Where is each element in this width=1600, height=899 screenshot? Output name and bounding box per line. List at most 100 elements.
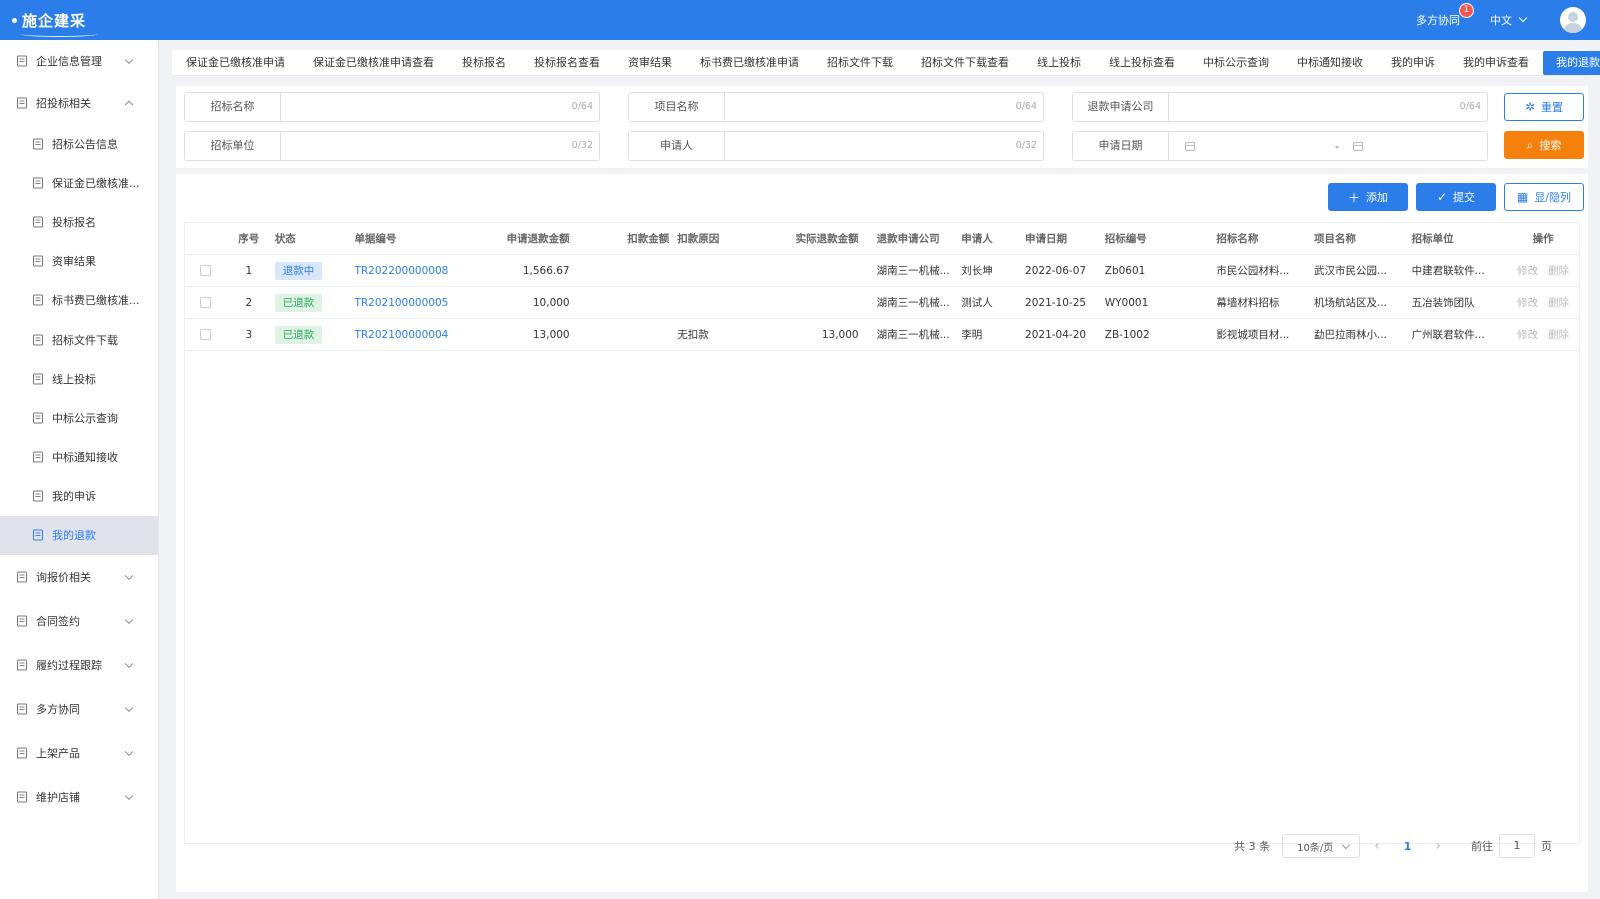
applicant-input[interactable]: 0/32 xyxy=(725,132,1043,160)
edit-button[interactable]: 修改 xyxy=(1517,265,1538,277)
project-name: 勐巴拉雨林小... xyxy=(1314,329,1388,341)
document-number-link[interactable]: TR202100000005 xyxy=(354,297,448,309)
sidebar-item[interactable]: 我的退款 xyxy=(0,515,158,556)
reset-button[interactable]: ✲ 重置 xyxy=(1504,93,1584,121)
row-checkbox[interactable] xyxy=(200,265,212,276)
toggle-columns-button[interactable]: ▦ 显/隐列 xyxy=(1504,183,1584,211)
calendar-icon[interactable] xyxy=(1185,141,1195,151)
sidebar-group[interactable]: 询报价相关 xyxy=(0,555,158,599)
tab-item[interactable]: 中标公示查询 xyxy=(1189,50,1283,76)
tab-item[interactable]: 我的申诉 xyxy=(1377,50,1449,76)
column-header: 招标单位 xyxy=(1411,233,1454,245)
checkbox-cell xyxy=(185,265,227,276)
checkbox-cell xyxy=(185,297,227,308)
goto-page-input[interactable]: 1 xyxy=(1499,834,1535,858)
refund-company-input[interactable]: 0/64 xyxy=(1169,93,1487,121)
sidebar-item[interactable]: 线上投标 xyxy=(0,359,158,398)
page-size-select[interactable]: 10条/页 xyxy=(1282,834,1361,858)
refund-table: 序号 状态 单据编号 申请退款金额 扣款金额 扣款原因 实际退款金额 退款申请公司 申请人 申请日… xyxy=(184,222,1580,844)
delete-button[interactable]: 删除 xyxy=(1548,329,1569,341)
bid-name-input[interactable]: 0/64 xyxy=(281,93,599,121)
tab-item[interactable]: 投标报名 xyxy=(448,50,520,76)
page-number[interactable]: 1 xyxy=(1404,840,1412,853)
tab-item[interactable]: 我的申诉查看 xyxy=(1449,50,1543,76)
refund-company-filter: 退款申请公司 0/64 xyxy=(1072,92,1488,122)
document-number-link[interactable]: TR202200000008 xyxy=(354,265,448,277)
reset-label: 重置 xyxy=(1541,101,1564,114)
add-button[interactable]: ＋ 添加 xyxy=(1328,183,1408,211)
actual-amount: 13,000 xyxy=(821,328,859,341)
sidebar-item[interactable]: 保证金已缴核准... xyxy=(0,163,158,202)
sidebar-item[interactable]: 中标通知接收 xyxy=(0,438,158,477)
chevron-down-icon xyxy=(124,571,134,581)
top-bar: 施企建采 多方协同 1 中文 xyxy=(0,0,1600,40)
search-label: 搜索 xyxy=(1539,139,1562,152)
sidebar-item[interactable]: 中标公示查询 xyxy=(0,398,158,437)
apply-date-label: 申请日期 xyxy=(1073,132,1169,160)
sidebar-item[interactable]: 招标文件下载 xyxy=(0,320,158,359)
document-number-link[interactable]: TR202100000004 xyxy=(354,329,448,341)
product-icon xyxy=(16,747,28,759)
sidebar-item-label: 招标文件下载 xyxy=(52,333,118,347)
sidebar-group-label: 履约过程跟踪 xyxy=(36,659,102,673)
sidebar-group[interactable]: 多方协同 xyxy=(0,687,158,731)
tab-item[interactable]: 招标文件下载 xyxy=(813,50,907,76)
sidebar-group[interactable]: 履约过程跟踪 xyxy=(0,643,158,687)
sidebar-group[interactable]: 合同签约 xyxy=(0,599,158,643)
table-row: 1 退款中 TR202200000008 1,566.67 湖南三一机械... 刘长坤 20… xyxy=(185,255,1579,287)
sidebar-item[interactable]: 招标公告信息 xyxy=(0,124,158,163)
tab-item[interactable]: 我的退款 xyxy=(1543,50,1600,75)
tab-item[interactable]: 保证金已缴核准申请查看 xyxy=(299,50,448,76)
sidebar-group[interactable]: 企业信息管理 xyxy=(0,40,158,82)
prev-page-icon[interactable]: ‹ xyxy=(1374,838,1380,854)
search-button[interactable]: ⌕ 搜索 xyxy=(1504,131,1584,159)
bid-unit: 中建君联软件... xyxy=(1411,265,1485,277)
contract-icon xyxy=(16,615,28,627)
tab-item[interactable]: 招标文件下载查看 xyxy=(907,50,1023,76)
row-checkbox[interactable] xyxy=(200,329,212,340)
collab-link[interactable]: 多方协同 1 xyxy=(1416,3,1474,28)
sidebar-item[interactable]: 资审结果 xyxy=(0,242,158,281)
next-page-icon[interactable]: › xyxy=(1435,838,1441,854)
delete-button[interactable]: 删除 xyxy=(1548,265,1569,277)
tab-item[interactable]: 保证金已缴核准申请 xyxy=(172,50,299,76)
tab-item[interactable]: 投标报名查看 xyxy=(520,50,614,76)
logo[interactable]: 施企建采 xyxy=(12,10,98,37)
edit-button[interactable]: 修改 xyxy=(1517,329,1538,341)
tab-item[interactable]: 资审结果 xyxy=(614,50,686,76)
online-bid-icon xyxy=(32,373,44,385)
apply-date: 2021-10-25 xyxy=(1025,296,1087,309)
project-name-input[interactable]: 0/64 xyxy=(725,93,1043,121)
bid-name: 幕墙材料招标 xyxy=(1216,297,1280,309)
sidebar-item[interactable]: 标书费已缴核准... xyxy=(0,281,158,320)
tab-item[interactable]: 线上投标查看 xyxy=(1095,50,1189,76)
sidebar-item[interactable]: 我的申诉 xyxy=(0,477,158,516)
delete-button[interactable]: 删除 xyxy=(1548,297,1569,309)
sidebar-item[interactable]: 投标报名 xyxy=(0,202,158,241)
sidebar-item-label: 保证金已缴核准... xyxy=(52,176,140,190)
project-name: 武汉市民公园... xyxy=(1314,265,1388,277)
sidebar-group[interactable]: 维护店铺 xyxy=(0,775,158,819)
date-range-picker[interactable]: - xyxy=(1169,132,1487,160)
column-header: 申请退款金额 xyxy=(506,233,570,245)
row-checkbox[interactable] xyxy=(200,297,212,308)
edit-button[interactable]: 修改 xyxy=(1517,297,1538,309)
add-label: 添加 xyxy=(1366,191,1388,204)
sidebar-group[interactable]: 上架产品 xyxy=(0,731,158,775)
document-number-cell: TR202200000008 xyxy=(350,265,474,277)
column-header: 退款申请公司 xyxy=(876,233,940,245)
tab-item[interactable]: 中标通知接收 xyxy=(1283,50,1377,76)
calendar-icon[interactable] xyxy=(1352,141,1363,151)
tab-item[interactable]: 标书费已缴核准申请 xyxy=(686,50,813,76)
tab-item[interactable]: 线上投标 xyxy=(1023,50,1095,76)
bid-unit-input[interactable]: 0/32 xyxy=(281,132,599,160)
sidebar-group[interactable]: 招投标相关 xyxy=(0,82,158,124)
chevron-up-icon xyxy=(124,100,134,110)
submit-button[interactable]: ✓ 提交 xyxy=(1416,183,1496,211)
language-selector[interactable]: 中文 xyxy=(1490,12,1528,28)
pagination: 共 3 条 10条/页 ‹ 1 › 前往 1 页 xyxy=(1234,833,1552,859)
avatar[interactable] xyxy=(1560,7,1586,33)
char-counter: 0/32 xyxy=(1015,140,1037,151)
toggle-columns-label: 显/隐列 xyxy=(1534,191,1572,204)
project-name-label: 项目名称 xyxy=(629,93,725,121)
